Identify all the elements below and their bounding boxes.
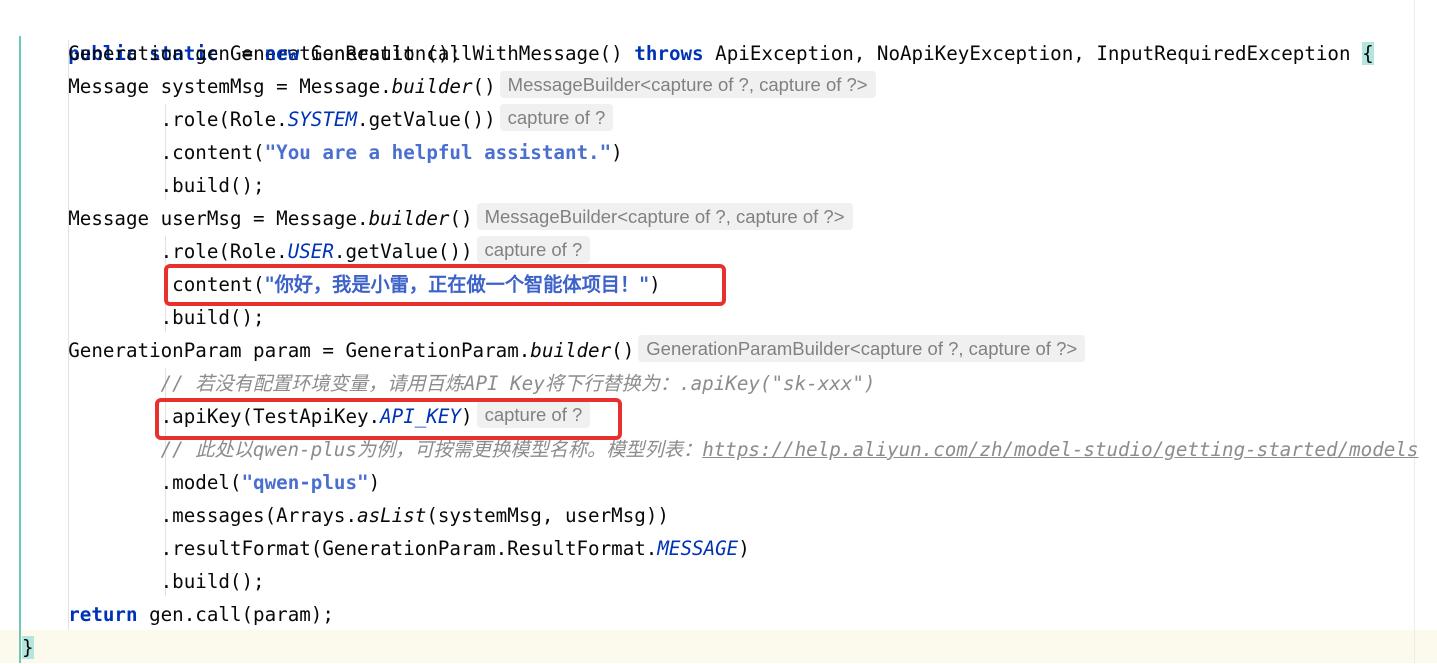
code-text: (systemMsg, userMsg)) (426, 504, 669, 527)
code-text: ) (611, 141, 623, 164)
code-text: .role(Role. (160, 240, 288, 263)
string-literal: "You are a helpful assistant." (264, 141, 612, 164)
keyword: return (68, 603, 138, 626)
exception-list: ApiException, NoApiKeyException, InputRe… (715, 42, 1351, 65)
string-literal: "qwen-plus" (241, 471, 369, 494)
code-text: .role(Role. (160, 108, 288, 131)
enum-constant: MESSAGE (657, 537, 739, 560)
code-text: ) (368, 471, 381, 494)
code-text: () (449, 207, 473, 230)
static-method: builder (368, 207, 450, 230)
code-text: Message userMsg = Message. (68, 207, 369, 230)
code-text: ) (738, 537, 750, 560)
code-line-12[interactable]: // 若没有配置环境变量，请用百炼API Key将下行替换为：.apiKey("… (22, 367, 876, 400)
code-text: .build(); (160, 174, 265, 197)
code-text: Message systemMsg = Message. (68, 75, 392, 98)
code-line-16[interactable]: .messages(Arrays.asList(systemMsg, userM… (22, 499, 669, 532)
code-line-7[interactable]: Message userMsg = Message.builder() Messa… (22, 202, 853, 235)
right-margin-guide (1414, 0, 1415, 663)
type-inlay-hint[interactable]: MessageBuilder<capture of ?, capture of … (499, 71, 876, 98)
code-text: .resultFormat(GenerationParam.ResultForm… (160, 537, 658, 560)
code-line-17[interactable]: .resultFormat(GenerationParam.ResultForm… (22, 532, 750, 565)
code-text: .getValue()) (333, 240, 473, 263)
keyword: throws (634, 42, 704, 65)
vcs-change-marker[interactable] (19, 36, 21, 663)
code-text: gen.call(param); (137, 603, 334, 626)
code-text: .model( (160, 471, 242, 494)
code-line-15[interactable]: .model("qwen-plus") (22, 466, 381, 499)
code-text: GenerationParam param = GenerationParam. (68, 339, 531, 362)
highlight-box-user-content (164, 264, 726, 306)
close-brace[interactable]: } (22, 636, 34, 659)
code-line-5[interactable]: .content("You are a helpful assistant.") (22, 136, 623, 169)
static-method: builder (530, 339, 612, 362)
code-line-4[interactable]: .role(Role.SYSTEM.getValue()) capture of … (22, 103, 614, 136)
code-text: Generation gen = (68, 42, 265, 65)
code-line-3[interactable]: Message systemMsg = Message.builder() Mes… (22, 70, 876, 103)
open-brace[interactable]: { (1362, 42, 1374, 65)
code-text: () (472, 75, 496, 98)
line-comment: // 此处以qwen-plus为例，可按需更换模型名称。模型列表： (160, 438, 703, 461)
static-method: builder (391, 75, 473, 98)
type-inlay-hint[interactable]: GenerationParamBuilder<capture of ?, cap… (638, 335, 1086, 362)
code-text: .content( (160, 141, 265, 164)
code-editor[interactable]: public static GenerationResult callWithM… (0, 0, 1437, 663)
code-text: () (611, 339, 635, 362)
code-line-11[interactable]: GenerationParam param = GenerationParam.… (22, 334, 1086, 367)
keyword: new (264, 42, 300, 65)
line-comment: // 若没有配置环境变量，请用百炼API Key将下行替换为：.apiKey("… (160, 372, 876, 395)
comment-link[interactable]: https://help.aliyun.com/zh/model-studio/… (702, 438, 1418, 461)
code-text: .getValue()) (357, 108, 496, 131)
highlight-box-api-key (155, 398, 622, 440)
static-method: asList (357, 504, 427, 527)
code-text: .build(); (160, 306, 265, 329)
code-line-1[interactable]: public static GenerationResult callWithM… (22, 4, 1374, 65)
current-line-highlight (0, 630, 1437, 663)
type-inlay-hint[interactable]: capture of ? (499, 104, 614, 131)
type-inlay-hint[interactable]: MessageBuilder<capture of ?, capture of … (476, 203, 853, 230)
code-text: .build(); (160, 570, 265, 593)
code-line-19[interactable]: return gen.call(param); (22, 598, 334, 631)
type-inlay-hint[interactable]: capture of ? (476, 236, 591, 263)
code-line-20[interactable]: } (22, 631, 34, 664)
enum-constant: SYSTEM (287, 108, 358, 131)
code-text: .messages(Arrays. (160, 504, 358, 527)
code-line-2[interactable]: Generation gen = new Generation(); (22, 37, 461, 70)
code-text: Generation(); (310, 42, 462, 65)
enum-constant: USER (287, 240, 334, 263)
code-line-6[interactable]: .build(); (22, 169, 265, 202)
code-line-18[interactable]: .build(); (22, 565, 265, 598)
